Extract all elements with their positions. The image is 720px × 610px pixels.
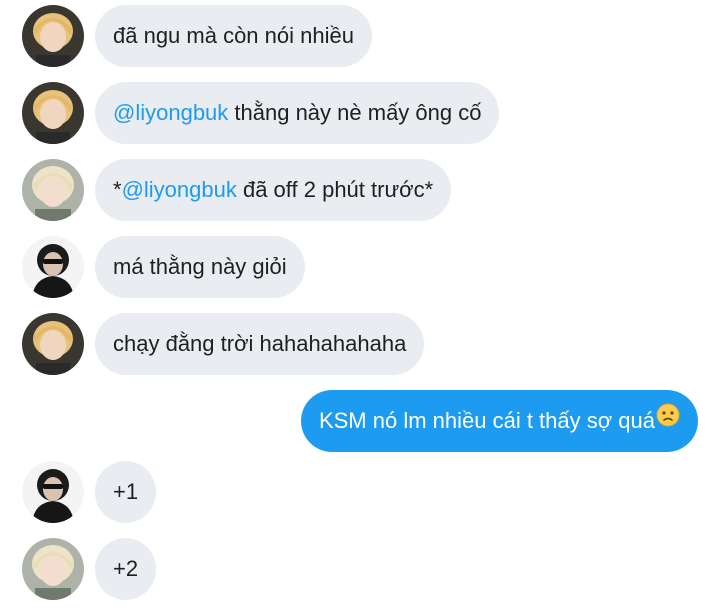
message-text: chạy đằng trời hahahahahaha [113,331,407,356]
message-prefix: * [113,177,122,202]
message-bubble[interactable]: +2 [95,538,157,600]
message-bubble[interactable]: đã ngu mà còn nói nhiều [95,5,372,67]
message-text: đã off 2 phút trước* [236,177,434,202]
message-text: má thằng này giỏi [113,254,287,279]
message-text: KSM nó lm nhiều cái t thấy sợ quá [318,408,655,433]
slightly-frowning-face-emoji [656,389,680,451]
message-text: +2 [113,556,139,581]
message-bubble[interactable]: @liyongbuk thằng này nè mấy ông cố [95,82,500,144]
message-bubble[interactable]: *@liyongbuk đã off 2 phút trước* [95,159,452,221]
message-text: +1 [113,479,139,504]
dark-hair-avatar[interactable] [22,461,84,523]
blond-avatar[interactable] [22,5,84,67]
message-text: đã ngu mà còn nói nhiều [113,23,354,48]
mention-link[interactable]: @liyongbuk [122,177,237,202]
light-hair-avatar[interactable] [22,159,84,221]
message-bubble[interactable]: +1 [95,461,157,523]
light-hair-avatar[interactable] [22,538,84,600]
blond-avatar[interactable] [22,313,84,375]
outgoing-message-bubble[interactable]: KSM nó lm nhiều cái t thấy sợ quá [300,389,698,452]
message-bubble[interactable]: má thằng này giỏi [95,236,305,298]
dark-hair-avatar[interactable] [22,236,84,298]
blond-avatar[interactable] [22,82,84,144]
mention-link[interactable]: @liyongbuk [113,100,228,125]
message-bubble[interactable]: chạy đằng trời hahahahahaha [95,313,425,375]
message-text: thằng này nè mấy ông cố [228,100,482,125]
